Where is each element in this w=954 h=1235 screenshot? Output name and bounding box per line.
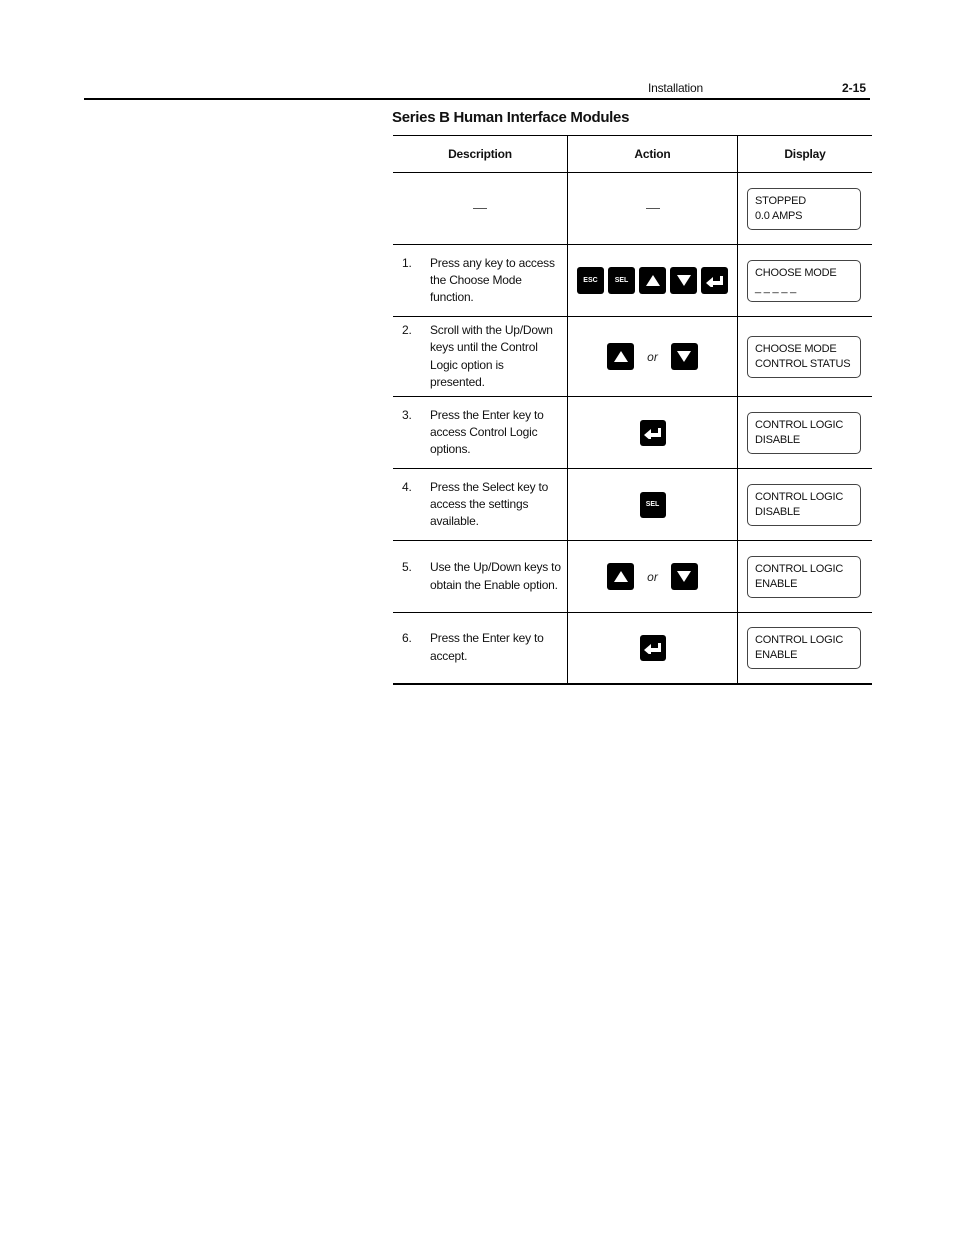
enter-key-icon: [701, 267, 728, 294]
step-description: Scroll with the Up/Down keys until the C…: [430, 322, 553, 389]
table-row: 1. Press any key to access the Choose Mo…: [393, 244, 872, 317]
section-title: Series B Human Interface Modules: [392, 109, 630, 126]
description-cell: 4. Press the Select key to access the se…: [393, 468, 568, 541]
description-cell: 3. Press the Enter key to access Control…: [393, 396, 568, 469]
table-row: 6. Press the Enter key to accept. CONTRO…: [393, 612, 872, 685]
sel-key-icon: SEL: [639, 491, 666, 518]
action-cell: SEL: [567, 468, 738, 541]
lcd-display: STOPPED 0.0 AMPS: [747, 187, 861, 230]
lcd-line-1: CONTROL LOGIC: [755, 418, 844, 431]
lcd-line-2: ENABLE: [755, 578, 798, 590]
lcd-line-2: ENABLE: [755, 649, 798, 662]
or-connector: or: [647, 569, 658, 584]
step-number: 4.: [402, 479, 412, 494]
step-description: Press the Enter key to access Control Lo…: [430, 407, 544, 457]
esc-key-icon: ESC: [577, 267, 604, 294]
display-cell: CONTROL LOGIC DISABLE: [737, 396, 872, 469]
lcd-display: CHOOSE MODE _ _ _ _ _: [747, 259, 861, 302]
action-cell: ESC SEL: [567, 244, 738, 317]
table-row: 5. Use the Up/Down keys to obtain the En…: [393, 540, 872, 613]
lcd-line-2: DISABLE: [755, 434, 801, 446]
display-cell: CHOOSE MODE _ _ _ _ _: [737, 244, 872, 317]
up-arrow-key-icon: [607, 563, 635, 590]
column-header-description: Description: [393, 135, 568, 173]
procedure-table: Description Action Display STOPPED 0.0 A…: [393, 135, 872, 685]
description-cell: 6. Press the Enter key to accept.: [393, 612, 568, 685]
description-cell: 5. Use the Up/Down keys to obtain the En…: [393, 540, 568, 613]
up-arrow-key-icon: [639, 267, 666, 294]
description-cell: 1. Press any key to access the Choose Mo…: [393, 244, 568, 317]
lcd-line-1: CHOOSE MODE: [755, 342, 837, 355]
column-header-action: Action: [567, 135, 738, 173]
lcd-display: CONTROL LOGIC DISABLE: [747, 411, 861, 454]
action-cell: or: [567, 316, 738, 397]
lcd-line-2: 0.0 AMPS: [755, 210, 803, 222]
step-description: Press the Select key to access the setti…: [430, 479, 549, 529]
lcd-line-1: CONTROL LOGIC: [755, 562, 844, 575]
lcd-line-2: DISABLE: [755, 506, 801, 518]
step-description: Press the Enter key to accept.: [430, 631, 544, 663]
display-cell: CONTROL LOGIC ENABLE: [737, 612, 872, 685]
lcd-line-1: STOPPED: [755, 194, 806, 207]
esc-key-label: ESC: [583, 277, 598, 284]
display-cell: CONTROL LOGIC ENABLE: [737, 540, 872, 613]
action-cell: [567, 612, 738, 685]
sel-key-label: SEL: [645, 501, 660, 508]
table-row: 4. Press the Select key to access the se…: [393, 468, 872, 541]
lcd-line-1: CONTROL LOGIC: [755, 490, 844, 503]
display-cell: STOPPED 0.0 AMPS: [737, 172, 872, 245]
step-description: Use the Up/Down keys to obtain the Enabl…: [430, 560, 561, 592]
step-number: 2.: [402, 322, 412, 337]
or-connector: or: [647, 349, 658, 364]
step-description: Press any key to access the Choose Mode …: [430, 255, 555, 305]
lcd-display: CONTROL LOGIC DISABLE: [747, 483, 861, 526]
column-header-display: Display: [737, 135, 872, 173]
lcd-display: CHOOSE MODE CONTROL STATUS: [747, 335, 861, 378]
empty-dash: [645, 208, 660, 209]
table-row: 3. Press the Enter key to access Control…: [393, 396, 872, 469]
down-arrow-key-icon: [670, 343, 698, 370]
description-cell: 2. Scroll with the Up/Down keys until th…: [393, 316, 568, 397]
action-cell: [567, 172, 738, 245]
display-cell: CONTROL LOGIC DISABLE: [737, 468, 872, 541]
enter-key-icon: [639, 419, 666, 446]
step-number: 1.: [402, 255, 412, 270]
enter-key-icon: [639, 634, 666, 661]
sel-key-label: SEL: [614, 277, 629, 284]
page-number: 2-15: [842, 81, 867, 95]
display-cell: CHOOSE MODE CONTROL STATUS: [737, 316, 872, 397]
lcd-line-1: CHOOSE MODE: [755, 266, 837, 279]
action-cell: or: [567, 540, 738, 613]
table-row: 2. Scroll with the Up/Down keys until th…: [393, 316, 872, 397]
empty-dash: [473, 208, 487, 209]
table-row: STOPPED 0.0 AMPS: [393, 172, 872, 245]
lcd-display: CONTROL LOGIC ENABLE: [747, 626, 861, 669]
step-number: 3.: [402, 407, 412, 422]
table-header-row: Description Action Display: [393, 135, 872, 173]
step-number: 6.: [402, 631, 412, 646]
down-arrow-key-icon: [670, 267, 697, 294]
lcd-display: CONTROL LOGIC ENABLE: [747, 555, 861, 598]
header-rule: [84, 98, 870, 100]
lcd-line-1: CONTROL LOGIC: [755, 633, 844, 646]
lcd-line-2: CONTROL STATUS: [755, 358, 851, 370]
running-header-section: Installation: [648, 81, 703, 95]
action-cell: [567, 396, 738, 469]
step-number: 5.: [402, 560, 412, 575]
down-arrow-key-icon: [670, 563, 698, 590]
lcd-line-2: _ _ _ _ _: [755, 282, 797, 294]
sel-key-icon: SEL: [608, 267, 635, 294]
up-arrow-key-icon: [607, 343, 635, 370]
description-cell: [393, 172, 568, 245]
